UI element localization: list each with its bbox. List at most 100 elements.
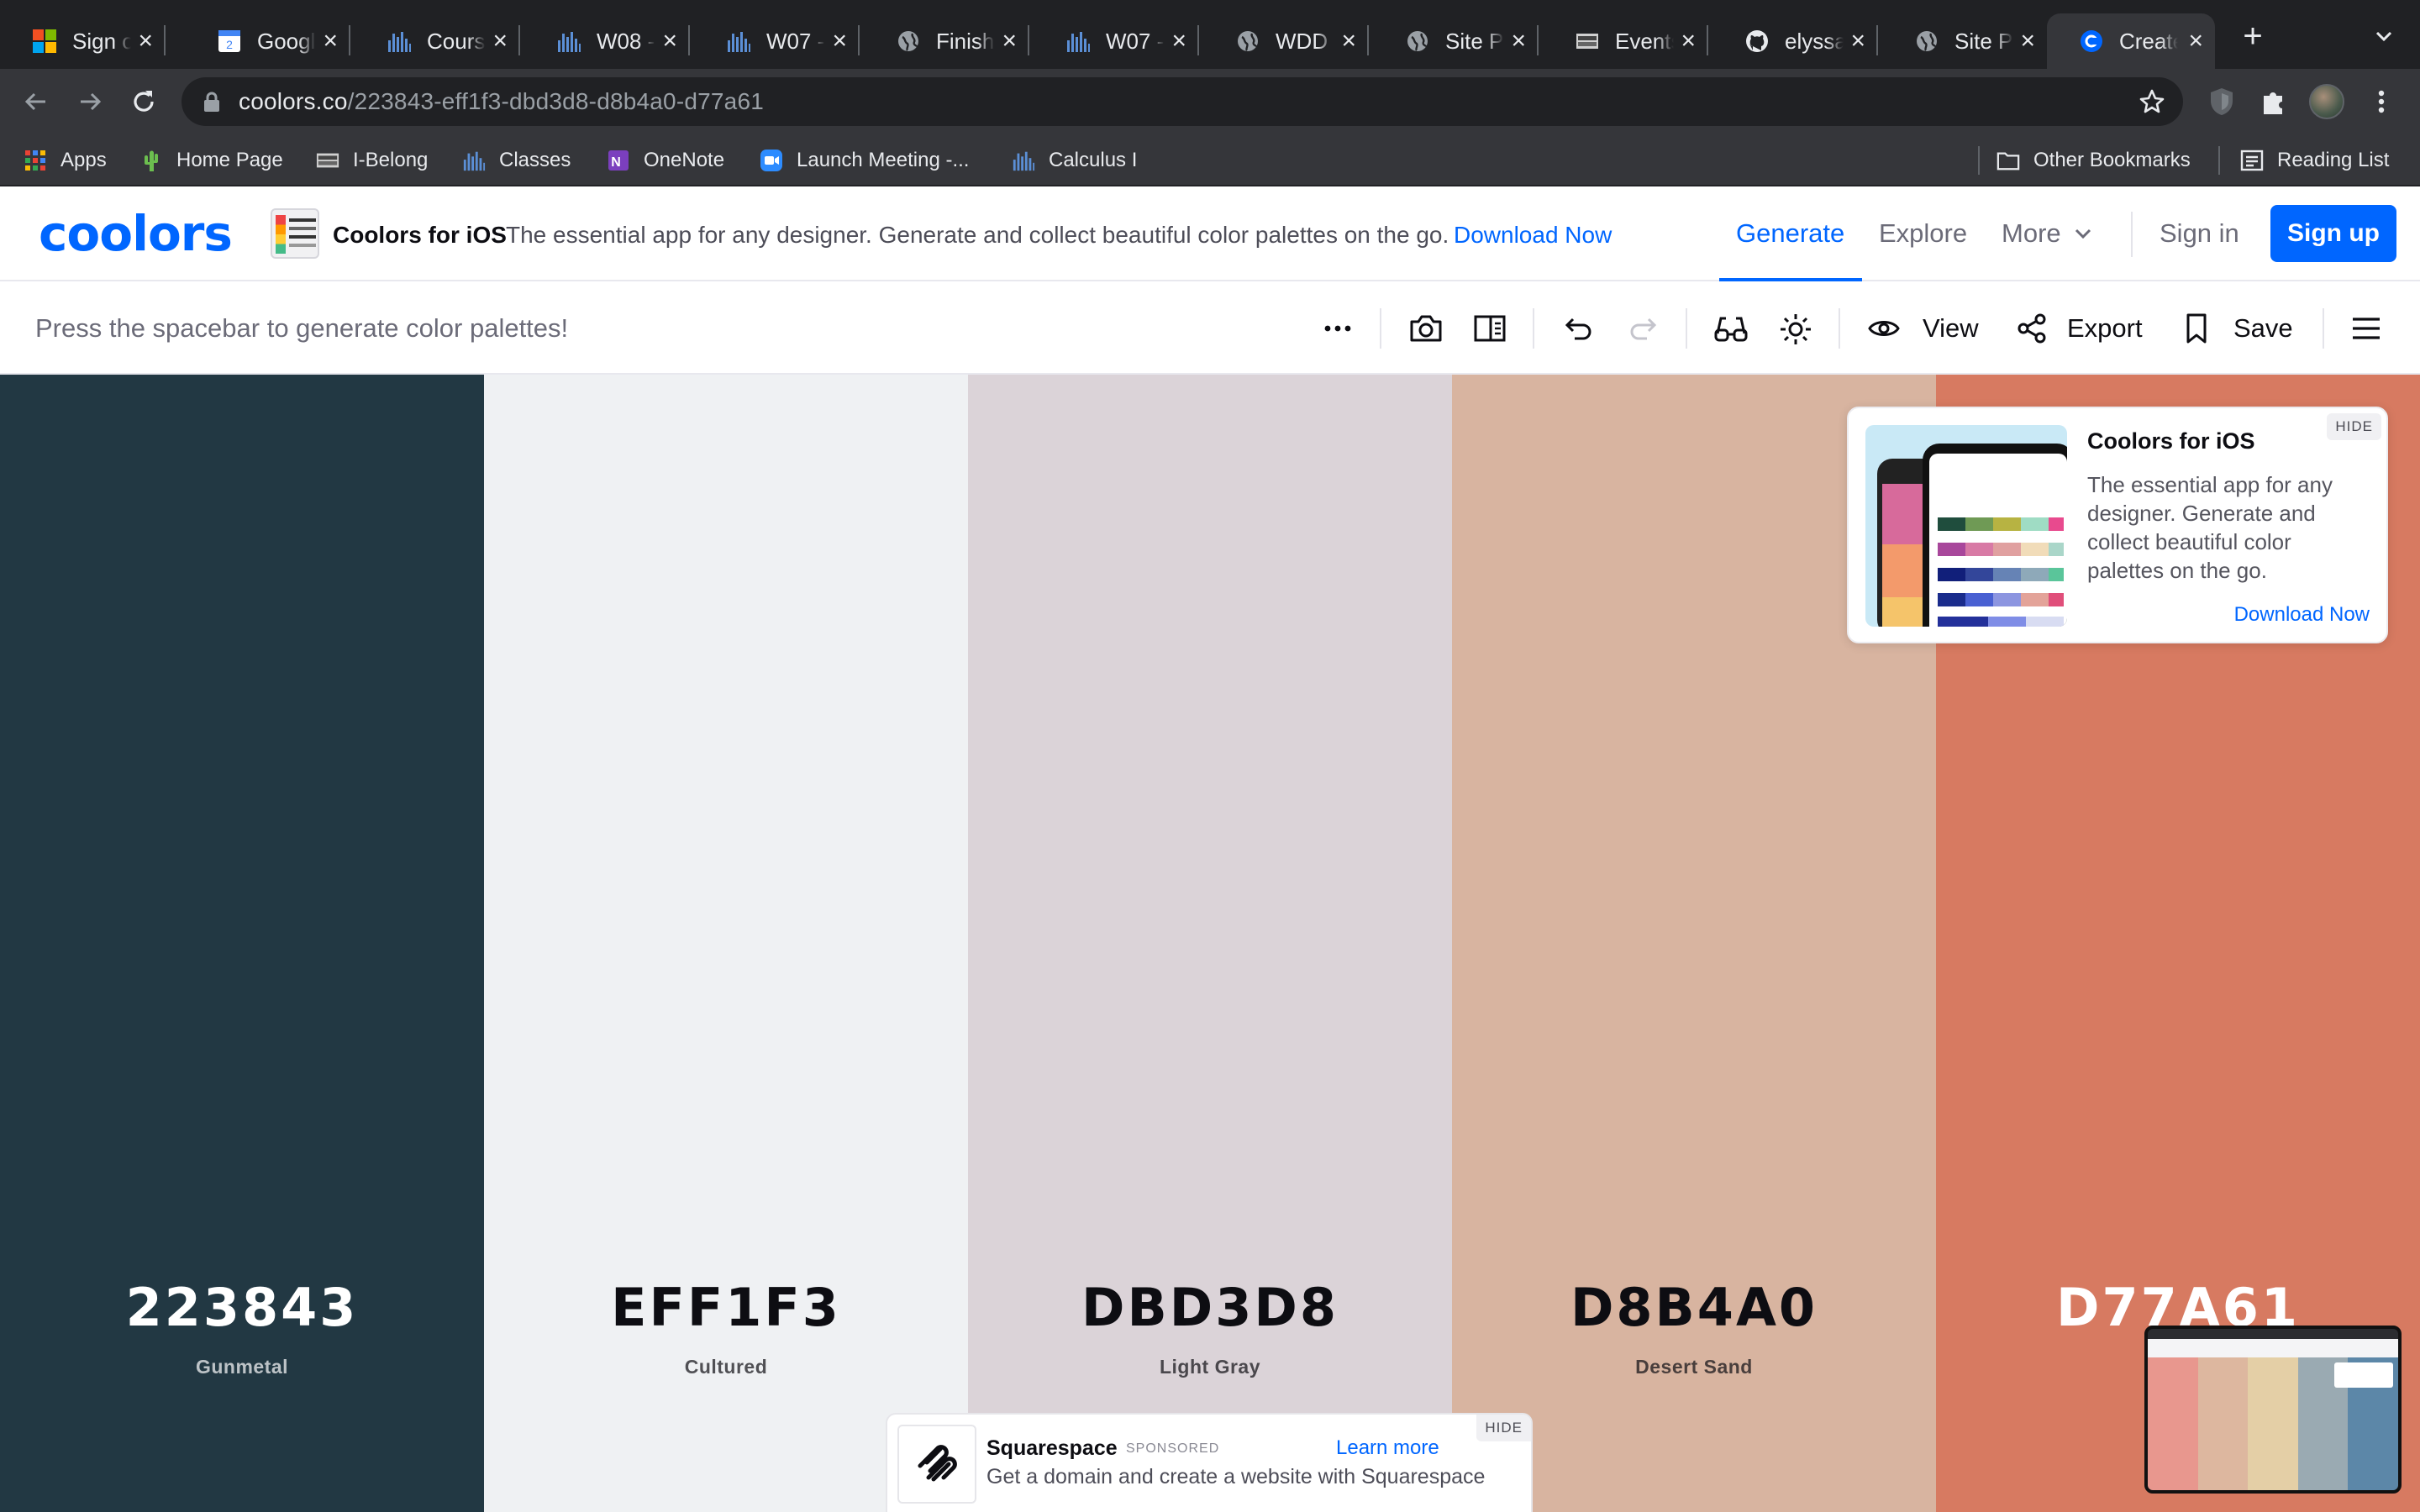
nav-explore[interactable]: Explore	[1879, 218, 1967, 249]
save-button[interactable]: Save	[2181, 312, 2293, 345]
profile-avatar[interactable]	[2309, 84, 2344, 119]
close-tab-icon[interactable]: ×	[1341, 29, 1356, 54]
color-hex-code[interactable]: DBD3D8	[968, 1277, 1452, 1338]
color-column[interactable]: EFF1F3 Cultured	[484, 375, 968, 1512]
browser-tab[interactable]: Course×	[355, 13, 520, 69]
browser-tab[interactable]: W07 - ×	[1034, 13, 1199, 69]
header-download-link[interactable]: Download Now	[1454, 222, 1612, 249]
close-tab-icon[interactable]: ×	[662, 29, 677, 54]
brightness-icon[interactable]	[1778, 312, 1813, 347]
browser-tab[interactable]: W07 - ×	[694, 13, 860, 69]
hamburger-menu-icon[interactable]	[2349, 312, 2383, 345]
close-tab-icon[interactable]: ×	[1511, 29, 1526, 54]
undo-icon[interactable]	[1561, 312, 1595, 345]
bookmark-label: Calculus I	[1049, 149, 1138, 171]
new-tab-button[interactable]: +	[2233, 17, 2272, 55]
close-tab-icon[interactable]: ×	[832, 29, 847, 54]
browser-tab[interactable]: Sign o ×	[0, 13, 166, 69]
browser-tab[interactable]: Finishi ×	[864, 13, 1029, 69]
tab-search-chevron-icon[interactable]	[2370, 22, 2398, 50]
browser-toolbar: coolors.co/223843-eff1f3-dbd3d8-d8b4a0-d…	[0, 69, 2420, 134]
close-tab-icon[interactable]: ×	[1002, 29, 1017, 54]
shield-extension-icon[interactable]	[2207, 86, 2237, 118]
browser-tab[interactable]: Site Pl ×	[1882, 13, 2047, 69]
cactus-icon	[139, 149, 163, 172]
browser-tab[interactable]: WDD 1 ×	[1203, 13, 1369, 69]
bookmark-item[interactable]: Home Page	[139, 146, 283, 175]
glasses-icon[interactable]	[1712, 312, 1749, 345]
close-tab-icon[interactable]: ×	[323, 29, 338, 54]
coolors-logo[interactable]: coolors	[39, 205, 233, 262]
toolbar-divider	[1686, 308, 1687, 349]
browser-tab[interactable]: Site Pl ×	[1373, 13, 1539, 69]
view-button[interactable]: View	[1867, 312, 1979, 345]
promo-card-download-link[interactable]: Download Now	[2234, 603, 2370, 627]
ios-app-thumbnail[interactable]	[271, 208, 319, 259]
camera-icon[interactable]	[1408, 312, 1444, 345]
export-button[interactable]: Export	[2015, 312, 2143, 345]
eye-icon	[1867, 312, 1901, 345]
other-bookmarks[interactable]: Other Bookmarks	[1996, 146, 2191, 175]
browser-tab[interactable]: 2 Google ×	[185, 13, 350, 69]
lock-icon[interactable]	[202, 91, 222, 113]
color-column[interactable]: 223843 Gunmetal	[0, 375, 484, 1512]
address-bar[interactable]: coolors.co/223843-eff1f3-dbd3d8-d8b4a0-d…	[182, 77, 2183, 126]
forward-icon[interactable]	[74, 86, 106, 118]
extensions-puzzle-icon[interactable]	[2259, 86, 2289, 118]
bookmark-item[interactable]: Launch Meeting -...	[760, 146, 969, 175]
tab-separator	[688, 25, 690, 55]
browser-tab[interactable]: Create ×	[2047, 13, 2215, 69]
zoom-icon	[760, 149, 783, 172]
close-tab-icon[interactable]: ×	[2020, 29, 2035, 54]
reading-list[interactable]: Reading List	[2240, 146, 2389, 175]
browser-menu-icon[interactable]	[2371, 86, 2391, 118]
reload-icon[interactable]	[128, 86, 160, 118]
sign-up-button[interactable]: Sign up	[2270, 205, 2396, 262]
bookmarks-separator	[1978, 146, 1980, 175]
browser-tab[interactable]: W08 - ×	[524, 13, 690, 69]
redo-icon[interactable]	[1627, 312, 1660, 345]
back-icon[interactable]	[20, 86, 52, 118]
color-hex-code[interactable]: D8B4A0	[1452, 1277, 1936, 1338]
bookmark-item[interactable]: Classes	[462, 146, 571, 175]
bookmark-item[interactable]: Apps	[24, 146, 107, 175]
color-hex-code[interactable]: EFF1F3	[484, 1277, 968, 1338]
tab-separator	[1367, 25, 1369, 55]
view-panel-icon[interactable]	[1472, 312, 1507, 345]
promo-card-text: The essential app for any designer. Gene…	[2087, 472, 2333, 583]
promo-hide-button[interactable]: HIDE	[2327, 413, 2381, 440]
sign-in-link[interactable]: Sign in	[2160, 218, 2239, 249]
coolors-icon	[2079, 29, 2104, 54]
sponsor-learn-more-link[interactable]: Learn more	[1336, 1436, 1439, 1460]
close-tab-icon[interactable]: ×	[2188, 29, 2203, 54]
toolbar-divider	[1839, 308, 1840, 349]
tab-separator	[1197, 25, 1199, 55]
sponsor-text: Get a domain and create a website with S…	[986, 1465, 1486, 1488]
more-options-icon[interactable]	[1321, 312, 1355, 345]
screen-preview-thumbnail[interactable]	[2144, 1326, 2402, 1494]
nav-generate[interactable]: Generate	[1736, 218, 1844, 249]
promo-card-title: Coolors for iOS	[2087, 428, 2255, 454]
ios-promo-card: HIDE Coolors for iOS The essential app f…	[1847, 407, 2388, 643]
nav-more[interactable]: More	[2002, 218, 2095, 249]
bookmark-star-icon[interactable]	[2138, 87, 2166, 116]
browser-tab[interactable]: Events ×	[1543, 13, 1708, 69]
view-label: View	[1923, 313, 1979, 343]
close-tab-icon[interactable]: ×	[1171, 29, 1186, 54]
sponsor-name: Squarespace	[986, 1436, 1118, 1460]
close-tab-icon[interactable]: ×	[1681, 29, 1696, 54]
tab-title: W07 -	[766, 28, 825, 54]
url-host: coolors.co	[239, 88, 348, 114]
close-tab-icon[interactable]: ×	[138, 29, 153, 54]
toolbar-divider	[2323, 308, 2324, 349]
bookmark-item[interactable]: Calculus I	[1012, 146, 1137, 175]
bookmark-item[interactable]: I-Belong	[316, 146, 428, 175]
browser-tab[interactable]: elyssa ×	[1712, 13, 1878, 69]
close-tab-icon[interactable]: ×	[1850, 29, 1865, 54]
bookmark-item[interactable]: N OneNote	[607, 146, 724, 175]
close-tab-icon[interactable]: ×	[492, 29, 508, 54]
url-text[interactable]: coolors.co/223843-eff1f3-dbd3d8-d8b4a0-d…	[239, 88, 764, 115]
color-hex-code[interactable]: 223843	[0, 1277, 484, 1338]
color-column[interactable]: DBD3D8 Light Gray	[968, 375, 1452, 1512]
sponsor-hide-button[interactable]: HIDE	[1476, 1415, 1531, 1441]
